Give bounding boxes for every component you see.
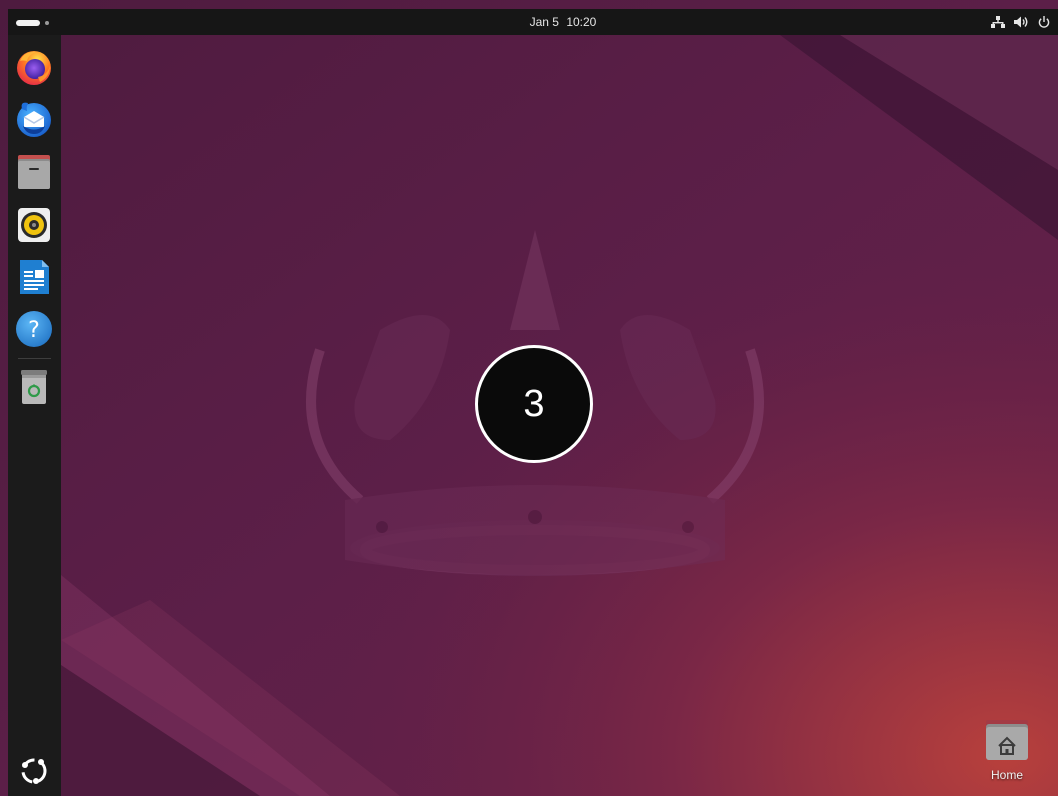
activities-button[interactable] [16,18,56,28]
date-label: Jan 5 [529,15,559,29]
desktop-screen: Jan 5 10:20 ? 3 Home [0,0,1058,796]
volume-icon [1014,16,1028,28]
dock-item-help[interactable]: ? [14,309,54,349]
firefox-icon [17,51,51,85]
libreoffice-writer-icon [20,260,49,294]
network-icon [991,16,1005,28]
system-tray[interactable] [991,9,1050,35]
help-icon: ? [16,311,52,347]
dock-item-rhythmbox[interactable] [14,205,54,245]
dock-item-libreoffice-writer[interactable] [14,257,54,297]
time-label: 10:20 [566,15,597,29]
workspace-dot-icon [45,21,49,25]
dock-item-thunderbird[interactable] [14,99,54,139]
svg-text:?: ? [28,318,40,343]
countdown-number: 3 [523,383,545,425]
date-time-button[interactable]: Jan 5 10:20 [488,9,638,35]
power-icon [1038,16,1050,28]
dock: ? [8,35,61,796]
dock-item-files[interactable] [14,152,54,192]
dock-item-firefox[interactable] [14,47,54,87]
top-bar: Jan 5 10:20 [8,9,1058,35]
desktop-icon-home[interactable]: Home [974,714,1040,786]
activities-indicator-icon [16,20,40,26]
rhythmbox-icon [18,208,50,242]
files-icon [18,155,50,189]
dock-item-trash[interactable] [14,367,54,407]
show-apps-icon [21,758,47,784]
show-apps-button[interactable] [14,751,54,791]
thunderbird-icon [17,102,51,137]
home-folder-icon [986,720,1028,760]
dock-separator [18,358,51,359]
countdown-indicator: 3 [475,345,593,463]
desktop-icon-home-label: Home [990,768,1023,782]
trash-icon [21,370,47,404]
